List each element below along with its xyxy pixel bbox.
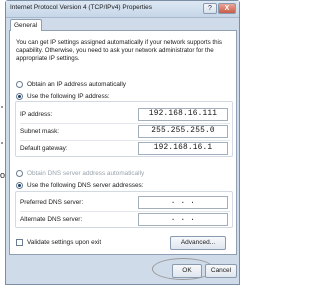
preferred-dns-input[interactable]: . . . [138,196,228,209]
validate-checkbox[interactable] [16,239,23,246]
margin-dot [1,106,3,108]
ip-address-label: IP address: [20,111,53,118]
dns-auto-label: Obtain DNS server address automatically [27,170,145,177]
divider [20,140,230,141]
preferred-dns-row: Preferred DNS server: . . . [20,196,228,210]
ip-manual-label: Use the following IP address: [27,93,110,100]
subnet-mask-row: Subnet mask: 255.255.255.0 [20,125,228,139]
dns-manual-label: Use the following DNS server addresses: [27,182,144,189]
subnet-mask-label: Subnet mask: [20,128,60,135]
margin-dot [1,142,3,144]
validate-label: Validate settings upon exit [27,239,102,246]
dns-auto-option[interactable]: Obtain DNS server address automatically [16,170,144,177]
divider [20,123,230,124]
properties-dialog: Internet Protocol Version 4 (TCP/IPv4) P… [5,0,240,285]
validate-option[interactable]: Validate settings upon exit [16,239,101,246]
ok-button[interactable]: OK [172,264,202,278]
ip-manual-radio[interactable] [16,93,23,100]
intro-text: You can get IP settings assigned automat… [16,39,223,62]
advanced-button[interactable]: Advanced... [170,236,226,250]
help-button[interactable]: ? [203,3,217,14]
general-panel: You can get IP settings assigned automat… [9,30,237,255]
ip-address-row: IP address: 192.168.16.111 [20,108,228,122]
alternate-dns-label: Alternate DNS server: [20,216,83,223]
ip-manual-option[interactable]: Use the following IP address: [16,93,110,100]
ip-address-group: IP address: 192.168.16.111 Subnet mask: … [15,101,233,157]
dns-auto-radio[interactable] [16,170,23,177]
tab-general[interactable]: General [10,19,42,31]
ip-auto-radio[interactable] [16,81,23,88]
close-button[interactable]: X [218,3,236,14]
alternate-dns-input[interactable]: . . . [138,213,228,226]
dns-manual-radio[interactable] [16,182,23,189]
title-bar: Internet Protocol Version 4 (TCP/IPv4) P… [6,1,239,18]
default-gateway-input[interactable]: 192.168.16.1 [138,142,228,155]
default-gateway-row: Default gateway: 192.168.16.1 [20,142,228,156]
ip-address-input[interactable]: 192.168.16.111 [138,108,228,121]
alternate-dns-row: Alternate DNS server: . . . [20,213,228,227]
ip-auto-label: Obtain an IP address automatically [27,81,126,88]
window-title: Internet Protocol Version 4 (TCP/IPv4) P… [10,4,152,11]
dns-manual-option[interactable]: Use the following DNS server addresses: [16,182,144,189]
divider [20,211,230,212]
subnet-mask-input[interactable]: 255.255.255.0 [138,125,228,138]
dns-server-group: Preferred DNS server: . . . Alternate DN… [15,191,233,228]
cancel-button[interactable]: Cancel [205,264,237,278]
preferred-dns-label: Preferred DNS server: [20,199,84,206]
ip-auto-option[interactable]: Obtain an IP address automatically [16,81,126,88]
default-gateway-label: Default gateway: [20,145,68,152]
